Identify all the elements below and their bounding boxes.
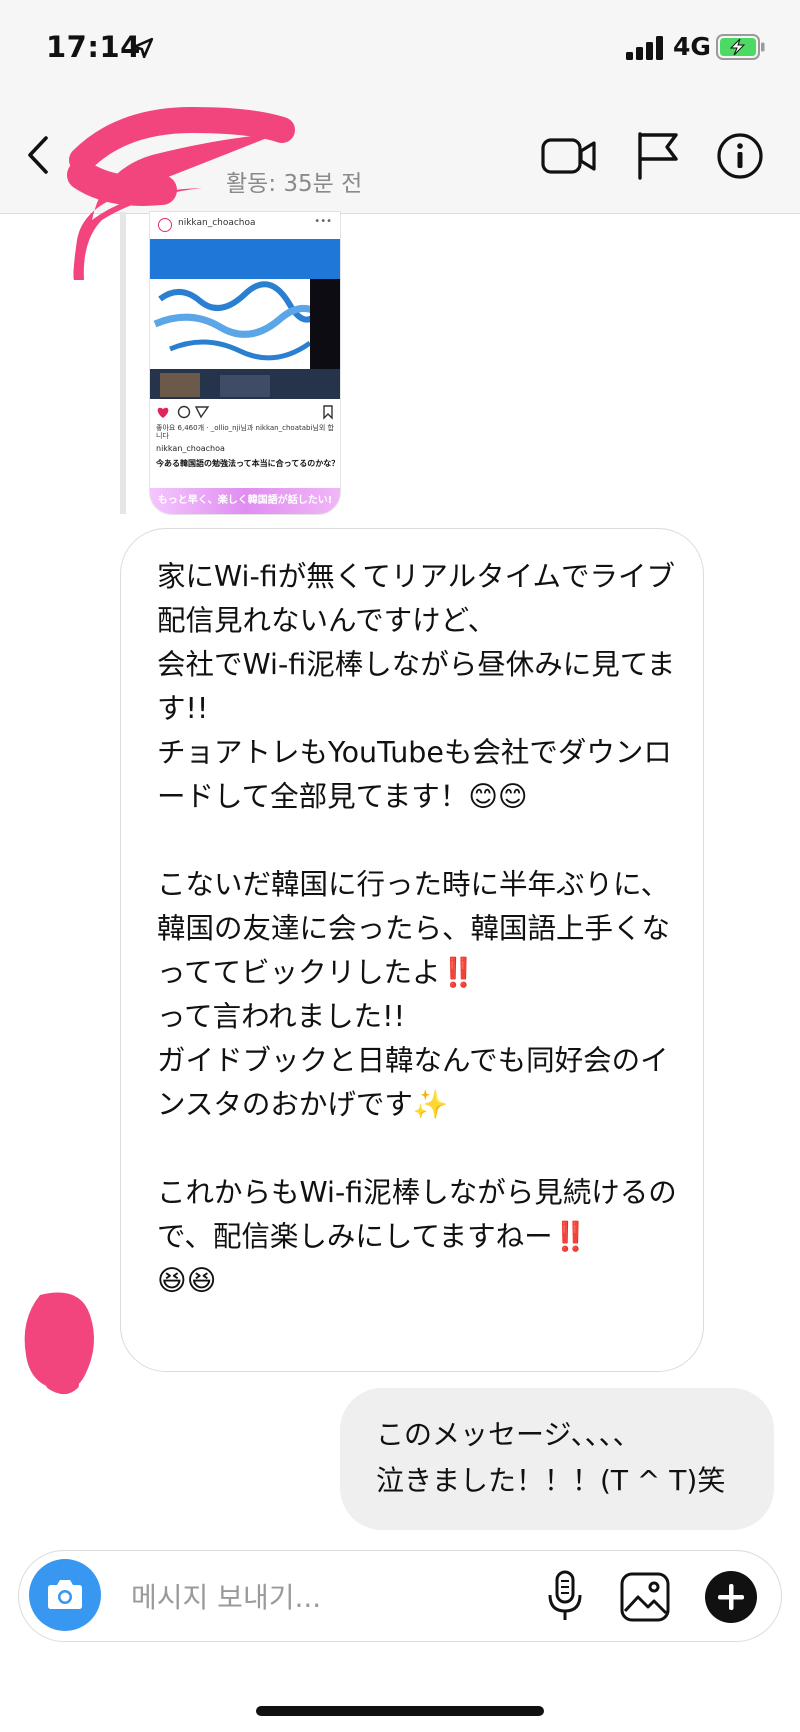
cellular-signal-icon (626, 36, 663, 60)
shared-post-owner: nikkan_choachoa (156, 444, 225, 453)
sent-message-bubble[interactable]: このメッセージ、、、、 泣きました！！！(T ^ T)笑 (340, 1388, 774, 1530)
info-icon[interactable] (716, 132, 764, 180)
location-arrow-icon (132, 37, 154, 59)
microphone-icon[interactable] (545, 1569, 585, 1623)
shared-post-caption: 今ある韓国語の勉強法って本当に合ってるのかな？ (156, 459, 338, 468)
redaction-scribble-avatar (24, 1292, 94, 1394)
received-message-text: 家にWi-fiが無くてリアルタイムでライブ配信見れないんですけど、 会社でWi-… (157, 560, 677, 1297)
sent-message-text: このメッセージ、、、、 泣きました！！！(T ^ T)笑 (376, 1418, 726, 1497)
message-input[interactable] (129, 1573, 493, 1621)
status-time: 17:14 (46, 30, 141, 64)
redaction-scribble-header (67, 106, 295, 281)
message-composer (18, 1550, 782, 1642)
camera-icon (48, 1580, 82, 1609)
shared-post-banner: もっと早く、楽しく韓国語が話したい! (150, 488, 340, 514)
battery-charging-icon (716, 34, 765, 60)
network-type: 4G (673, 32, 711, 61)
video-call-icon[interactable] (541, 134, 597, 178)
shared-post-actions (157, 405, 333, 420)
back-chevron-icon[interactable] (20, 130, 60, 180)
status-bar: 17:14 4G (0, 0, 800, 100)
flag-icon[interactable] (634, 130, 680, 180)
add-button[interactable] (705, 1571, 757, 1623)
shared-post-likes: 좋아요 6,460개 · _ollio_nji님과 nikkan_choatab… (156, 424, 334, 440)
more-options-icon: ••• (314, 216, 332, 227)
home-indicator (256, 1706, 544, 1716)
gallery-icon[interactable] (619, 1571, 671, 1623)
received-message-bubble[interactable]: 家にWi-fiが無くてリアルタイムでライブ配信見れないんですけど、 会社でWi-… (120, 528, 704, 1372)
add-icon (718, 1584, 744, 1610)
camera-button[interactable] (29, 1559, 101, 1631)
